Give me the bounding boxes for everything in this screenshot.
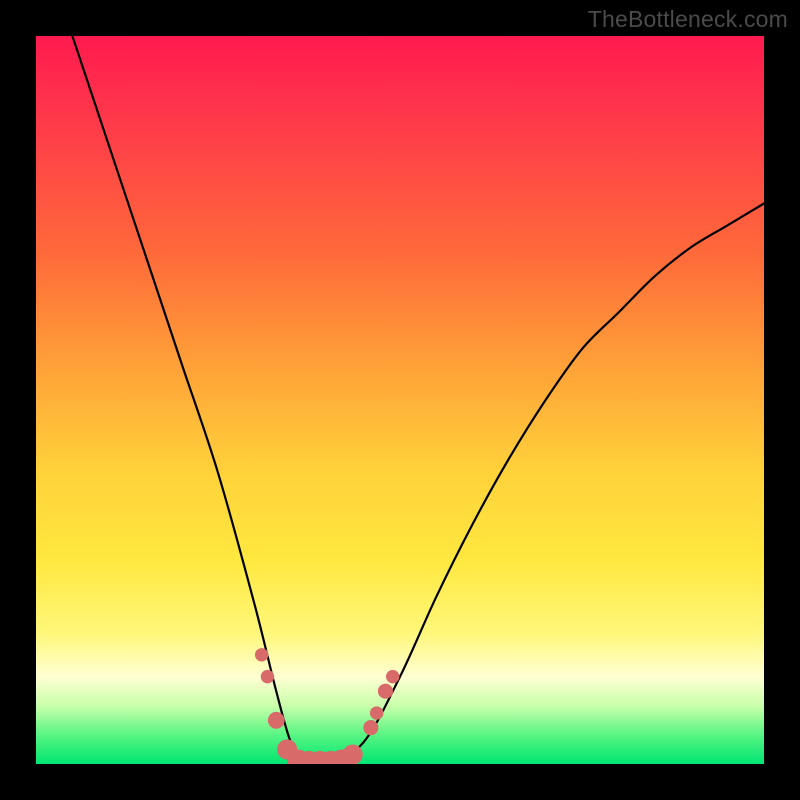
- marker-dot: [261, 670, 274, 683]
- marker-dot: [386, 670, 399, 683]
- chart-frame: TheBottleneck.com: [0, 0, 800, 800]
- bottleneck-curve: [72, 36, 764, 764]
- marker-dot: [268, 712, 285, 729]
- marker-dot: [363, 720, 378, 735]
- marker-dot: [370, 706, 383, 719]
- highlight-dots: [255, 648, 399, 764]
- marker-dot: [255, 648, 268, 661]
- marker-dot: [378, 684, 393, 699]
- plot-area: [36, 36, 764, 764]
- watermark-text: TheBottleneck.com: [588, 6, 788, 33]
- curve-layer: [36, 36, 764, 764]
- marker-dot: [343, 744, 363, 764]
